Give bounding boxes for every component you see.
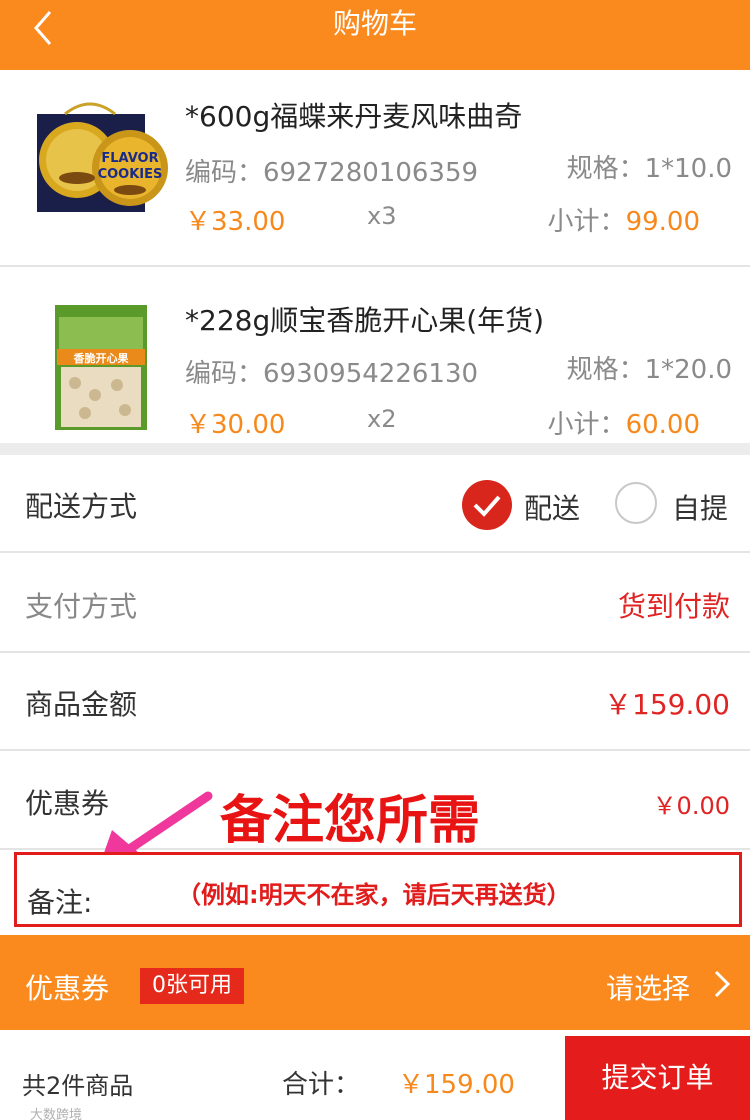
payment-method-label: 支付方式	[25, 590, 138, 623]
delivery-radio-checked[interactable]	[462, 480, 512, 530]
total-value: ￥159.00	[398, 1070, 515, 1100]
pickup-option-label[interactable]: 自提	[672, 487, 728, 527]
note-placeholder: （例如:明天不在家，请后天再送货）	[177, 881, 571, 909]
item-spec: 规格：1*20.0	[566, 355, 732, 385]
note-input[interactable]: 备注: （例如:明天不在家，请后天再送货）	[14, 852, 742, 927]
page-title: 购物车	[332, 7, 417, 40]
svg-text:FLAVOR: FLAVOR	[101, 151, 158, 166]
pickup-radio[interactable]	[615, 482, 657, 524]
item-price: ￥33.00	[185, 207, 286, 237]
goods-amount-row: 商品金额 ￥159.00	[0, 653, 750, 751]
top-bar: 购物车	[0, 0, 750, 70]
note-label: 备注:	[27, 886, 93, 919]
goods-amount-value: ￥159.00	[604, 688, 730, 721]
submit-order-button[interactable]: 提交订单	[565, 1036, 750, 1120]
coupon-select-label[interactable]: 请选择	[606, 967, 690, 1007]
checkout-footer: 共2件商品 合计： ￥159.00 提交订单 大数跨境	[0, 1030, 750, 1120]
annotation-text: 备注您所需	[220, 791, 481, 851]
item-code: 编码：6927280106359	[185, 158, 479, 188]
item-name: *228g顺宝香脆开心果(年货)	[185, 304, 545, 337]
product-image-pistachio: 香脆开心果	[55, 305, 147, 430]
check-icon	[473, 495, 501, 517]
total-label: 合计：	[282, 1070, 361, 1100]
cart-item[interactable]: 香脆开心果 *228g顺宝香脆开心果(年货) 编码：6930954226130 …	[0, 265, 750, 443]
payment-method-value: 货到付款	[617, 590, 730, 623]
item-subtotal: 小计：99.00	[547, 207, 700, 237]
delivery-method-row: 配送方式 配送 自提	[0, 455, 750, 553]
cart-item[interactable]: FLAVOR COOKIES *600g福蝶来丹麦风味曲奇 编码：6927280…	[0, 70, 750, 265]
item-price: ￥30.00	[185, 410, 286, 440]
payment-method-row: 支付方式 货到付款	[0, 555, 750, 653]
goods-amount-label: 商品金额	[25, 688, 138, 721]
item-qty: x3	[367, 202, 397, 230]
coupon-bar-label: 优惠券	[25, 972, 110, 1005]
item-spec: 规格：1*10.0	[566, 154, 732, 184]
section-divider	[0, 443, 750, 455]
product-image-cookies: FLAVOR COOKIES	[37, 102, 168, 212]
chevron-right-icon[interactable]	[712, 969, 732, 999]
delivery-method-label: 配送方式	[25, 490, 138, 523]
item-code: 编码：6930954226130	[185, 359, 479, 389]
chevron-left-icon[interactable]	[28, 8, 68, 48]
delivery-option-label[interactable]: 配送	[524, 487, 580, 527]
item-name: *600g福蝶来丹麦风味曲奇	[185, 100, 523, 133]
svg-text:香脆开心果: 香脆开心果	[73, 351, 129, 365]
watermark: 大数跨境	[30, 1108, 83, 1120]
coupon-available-badge: 0张可用	[140, 968, 244, 1004]
item-subtotal: 小计：60.00	[547, 410, 700, 440]
svg-text:COOKIES: COOKIES	[98, 167, 163, 182]
item-count: 共2件商品	[22, 1072, 134, 1100]
coupon-value: ￥0.00	[652, 792, 730, 820]
item-qty: x2	[367, 405, 397, 433]
coupon-select-bar[interactable]: 优惠券 0张可用 请选择	[0, 935, 750, 1030]
